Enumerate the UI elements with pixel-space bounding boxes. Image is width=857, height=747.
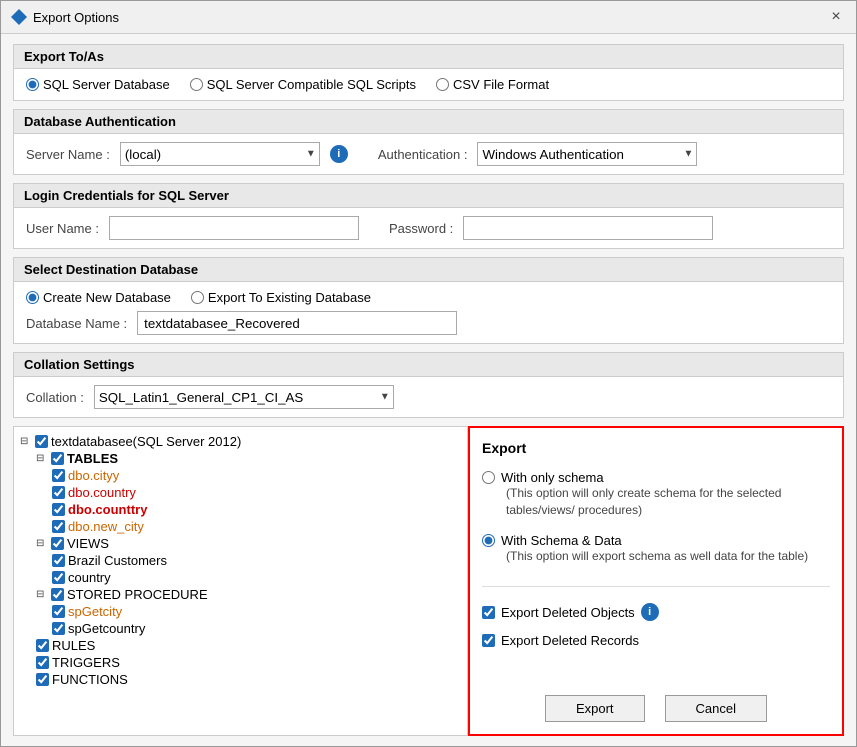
- expand-icon: ⊟: [20, 436, 32, 447]
- tree-dbo-cityy[interactable]: dbo.cityy: [52, 467, 461, 484]
- export-panel-title: Export: [482, 440, 830, 456]
- export-to-as-section: Export To/As SQL Server Database SQL Ser…: [13, 44, 844, 101]
- login-credentials-label: Login Credentials for SQL Server: [14, 184, 843, 208]
- export-deleted-records-row: Export Deleted Records: [482, 633, 830, 648]
- collation-field-label: Collation :: [26, 390, 84, 405]
- functions-checkbox[interactable]: [36, 673, 49, 686]
- tree-stored-proc[interactable]: ⊟ STORED PROCEDURE: [36, 586, 461, 603]
- cancel-button[interactable]: Cancel: [665, 695, 767, 722]
- radio-sql-scripts[interactable]: SQL Server Compatible SQL Scripts: [190, 77, 416, 92]
- export-to-as-label: Export To/As: [14, 45, 843, 69]
- export-deleted-records-checkbox[interactable]: [482, 634, 495, 647]
- schema-data-desc: (This option will export schema as well …: [506, 548, 830, 565]
- collation-section: Collation Settings Collation : SQL_Latin…: [13, 352, 844, 418]
- rules-checkbox[interactable]: [36, 639, 49, 652]
- tree-dbo-country[interactable]: dbo.country: [52, 484, 461, 501]
- tree-functions[interactable]: FUNCTIONS: [36, 671, 461, 688]
- app-icon: [11, 9, 27, 25]
- brazil-customers-checkbox[interactable]: [52, 554, 65, 567]
- dialog-content: Export To/As SQL Server Database SQL Ser…: [1, 34, 856, 746]
- tree-views[interactable]: ⊟ VIEWS: [36, 535, 461, 552]
- export-deleted-objects-checkbox[interactable]: [482, 606, 495, 619]
- server-name-label: Server Name :: [26, 147, 110, 162]
- db-name-input[interactable]: [137, 311, 457, 335]
- schema-only-desc: (This option will only create schema for…: [506, 485, 830, 519]
- schema-only-block: With only schema (This option will only …: [482, 470, 830, 519]
- tree-tables[interactable]: ⊟ TABLES: [36, 450, 461, 467]
- collation-wrapper: SQL_Latin1_General_CP1_CI_AS: [94, 385, 394, 409]
- divider: [482, 586, 830, 587]
- collation-select[interactable]: SQL_Latin1_General_CP1_CI_AS: [94, 385, 394, 409]
- close-button[interactable]: ×: [826, 7, 846, 27]
- new-city-checkbox[interactable]: [52, 520, 65, 533]
- destination-label: Select Destination Database: [14, 258, 843, 282]
- db-name-label: Database Name :: [26, 316, 127, 331]
- auth-label: Authentication :: [378, 147, 468, 162]
- title-bar: Export Options ×: [1, 1, 856, 34]
- deleted-objects-info-icon[interactable]: i: [641, 603, 659, 621]
- radio-sql-server-db[interactable]: SQL Server Database: [26, 77, 170, 92]
- export-button[interactable]: Export: [545, 695, 645, 722]
- radio-csv[interactable]: CSV File Format: [436, 77, 549, 92]
- spgetcountry-checkbox[interactable]: [52, 622, 65, 635]
- expand-icon: ⊟: [36, 589, 48, 600]
- destination-options: Create New Database Export To Existing D…: [26, 290, 831, 305]
- server-auth-row: Server Name : (local) i Authentication :…: [26, 142, 831, 166]
- db-auth-label: Database Authentication: [14, 110, 843, 134]
- export-type-group: SQL Server Database SQL Server Compatibl…: [26, 77, 831, 92]
- tree-root[interactable]: ⊟ textdatabasee(SQL Server 2012): [20, 433, 461, 450]
- tree-country-view[interactable]: country: [52, 569, 461, 586]
- server-name-select[interactable]: (local): [120, 142, 320, 166]
- tables-checkbox[interactable]: [51, 452, 64, 465]
- views-checkbox[interactable]: [51, 537, 64, 550]
- tree-dbo-counttry[interactable]: dbo.counttry: [52, 501, 461, 518]
- auth-wrapper: Windows Authentication: [477, 142, 697, 166]
- export-deleted-objects-row: Export Deleted Objects i: [482, 603, 830, 621]
- button-row: Export Cancel: [482, 695, 830, 722]
- password-input[interactable]: [463, 216, 713, 240]
- schema-data-block: With Schema & Data (This option will exp…: [482, 533, 830, 565]
- collation-row: Collation : SQL_Latin1_General_CP1_CI_AS: [26, 385, 831, 409]
- counttry-checkbox[interactable]: [52, 503, 65, 516]
- expand-icon: ⊟: [36, 538, 48, 549]
- spgetcity-checkbox[interactable]: [52, 605, 65, 618]
- bottom-section: ⊟ textdatabasee(SQL Server 2012) ⊟ TABLE…: [13, 426, 844, 736]
- cityy-checkbox[interactable]: [52, 469, 65, 482]
- expand-icon: ⊟: [36, 453, 48, 464]
- root-checkbox[interactable]: [35, 435, 48, 448]
- server-name-wrapper: (local): [120, 142, 320, 166]
- tree-spgetcountry[interactable]: spGetcountry: [52, 620, 461, 637]
- triggers-checkbox[interactable]: [36, 656, 49, 669]
- db-auth-section: Database Authentication Server Name : (l…: [13, 109, 844, 175]
- credentials-row: User Name : Password :: [26, 216, 831, 240]
- schema-data-radio[interactable]: [482, 534, 495, 547]
- title-bar-left: Export Options: [11, 9, 119, 25]
- schema-only-radio[interactable]: [482, 471, 495, 484]
- country-checkbox[interactable]: [52, 486, 65, 499]
- password-label: Password :: [389, 221, 453, 236]
- export-options-dialog: Export Options × Export To/As SQL Server…: [0, 0, 857, 747]
- country-view-checkbox[interactable]: [52, 571, 65, 584]
- tree-dbo-new-city[interactable]: dbo.new_city: [52, 518, 461, 535]
- tree-brazil-customers[interactable]: Brazil Customers: [52, 552, 461, 569]
- username-input[interactable]: [109, 216, 359, 240]
- schema-only-radio-label[interactable]: With only schema: [482, 470, 830, 485]
- tree-spgetcity[interactable]: spGetcity: [52, 603, 461, 620]
- schema-data-radio-label[interactable]: With Schema & Data: [482, 533, 830, 548]
- destination-section: Select Destination Database Create New D…: [13, 257, 844, 344]
- stored-proc-checkbox[interactable]: [51, 588, 64, 601]
- tree-rules[interactable]: RULES: [36, 637, 461, 654]
- tree-triggers[interactable]: TRIGGERS: [36, 654, 461, 671]
- tree-panel: ⊟ textdatabasee(SQL Server 2012) ⊟ TABLE…: [13, 426, 468, 736]
- db-name-row: Database Name :: [26, 311, 831, 335]
- radio-create-new[interactable]: Create New Database: [26, 290, 171, 305]
- login-credentials-section: Login Credentials for SQL Server User Na…: [13, 183, 844, 249]
- auth-select[interactable]: Windows Authentication: [477, 142, 697, 166]
- server-info-icon[interactable]: i: [330, 145, 348, 163]
- collation-label: Collation Settings: [14, 353, 843, 377]
- dialog-title: Export Options: [33, 10, 119, 25]
- radio-existing[interactable]: Export To Existing Database: [191, 290, 371, 305]
- username-label: User Name :: [26, 221, 99, 236]
- export-panel: Export With only schema (This option wil…: [468, 426, 844, 736]
